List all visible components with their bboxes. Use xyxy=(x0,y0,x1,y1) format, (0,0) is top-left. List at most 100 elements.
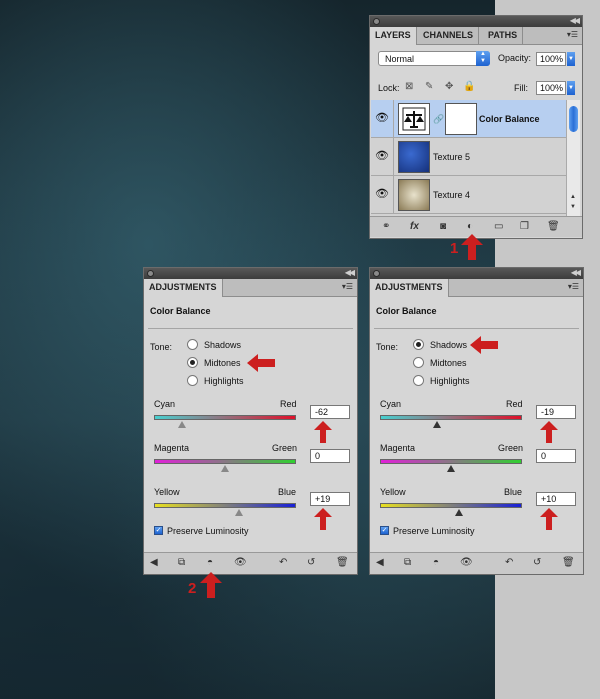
lock-position-icon[interactable]: ✥ xyxy=(445,81,453,92)
cyan-red-slider[interactable] xyxy=(154,415,296,420)
radio-midtones[interactable] xyxy=(187,357,198,368)
previous-state-icon[interactable]: ↶ xyxy=(279,557,287,568)
radio-label-midtones: Midtones xyxy=(204,358,241,368)
panel-menu-icon[interactable]: ▾☰ xyxy=(568,282,579,291)
red-arrow-up-icon xyxy=(314,421,332,443)
panel-titlebar: ◀◀ xyxy=(144,268,357,279)
collapse-icon[interactable]: ◀◀ xyxy=(571,268,581,277)
trash-icon[interactable]: 🗑 xyxy=(547,221,560,232)
slider-label-magenta: Magenta xyxy=(380,443,416,453)
yellow-blue-slider-knob[interactable] xyxy=(235,509,243,516)
slider-label-yellow: Yellow xyxy=(380,487,406,497)
fill-dropdown-icon[interactable]: ▼ xyxy=(567,81,575,95)
cyan-red-slider[interactable] xyxy=(380,415,522,420)
red-arrow-up-icon xyxy=(540,421,558,443)
adjustments-tab-row: ADJUSTMENTS ▾☰ xyxy=(370,279,583,297)
layer-row-texture-5[interactable]: 👁 Texture 5 xyxy=(371,138,566,176)
tab-adjustments[interactable]: ADJUSTMENTS xyxy=(370,279,449,297)
scroll-up-icon[interactable]: ▲ xyxy=(570,194,576,200)
magenta-green-slider-knob[interactable] xyxy=(447,465,455,472)
tab-adjustments[interactable]: ADJUSTMENTS xyxy=(144,279,223,297)
magenta-green-slider[interactable] xyxy=(154,459,296,464)
radio-midtones[interactable] xyxy=(413,357,424,368)
cyan-red-slider-knob[interactable] xyxy=(178,421,186,428)
expand-view-icon[interactable]: ⧉ xyxy=(178,557,185,568)
link-chain-icon[interactable]: 🔗 xyxy=(433,114,444,125)
preserve-luminosity-checkbox[interactable]: ✓ xyxy=(154,526,163,535)
layers-scrollbar[interactable]: ▲ ▼ xyxy=(566,100,580,216)
link-icon[interactable]: ⚭ xyxy=(382,221,390,232)
layer-list: 👁 🔗 Color Balance 👁 Texture 5 👁 Texture … xyxy=(371,100,566,216)
fx-icon[interactable]: fx xyxy=(410,221,419,232)
preserve-luminosity-label: Preserve Luminosity xyxy=(167,526,249,536)
close-icon[interactable] xyxy=(373,270,380,277)
opacity-dropdown-icon[interactable]: ▼ xyxy=(567,52,575,66)
red-arrow-up-icon xyxy=(540,508,558,530)
layer-row-texture-4[interactable]: 👁 Texture 4 xyxy=(371,176,566,214)
collapse-icon[interactable]: ◀◀ xyxy=(570,16,580,25)
trash-icon[interactable]: 🗑 xyxy=(336,557,349,568)
layers-tab-row: LAYERS CHANNELS PATHS ▾☰ xyxy=(370,27,582,45)
blend-mode-select[interactable]: Normal ▲ ▼ xyxy=(378,51,490,66)
reset-icon[interactable]: ↺ xyxy=(533,557,541,568)
eye-icon[interactable]: 👁 xyxy=(234,557,247,568)
tab-layers[interactable]: LAYERS xyxy=(370,27,417,45)
slider-label-blue: Blue xyxy=(278,487,297,497)
panel-menu-icon[interactable]: ▾☰ xyxy=(567,30,578,39)
eye-icon[interactable]: 👁 xyxy=(375,188,389,200)
back-arrow-icon[interactable]: ◀ xyxy=(376,557,384,568)
magenta-green-slider[interactable] xyxy=(380,459,522,464)
new-layer-icon[interactable]: ❐ xyxy=(520,221,529,232)
opacity-input[interactable]: 100% xyxy=(536,52,566,66)
cyan-red-value[interactable]: -62 xyxy=(310,405,350,419)
radio-label-midtones: Midtones xyxy=(430,358,467,368)
radio-highlights[interactable] xyxy=(413,375,424,386)
panel-menu-icon[interactable]: ▾☰ xyxy=(342,282,353,291)
layer-mask-thumbnail[interactable] xyxy=(445,103,477,135)
lock-all-icon[interactable]: 🔒 xyxy=(463,81,475,92)
cyan-red-slider-knob[interactable] xyxy=(433,421,441,428)
trash-icon[interactable]: 🗑 xyxy=(562,557,575,568)
tab-channels[interactable]: CHANNELS xyxy=(418,27,480,44)
adjustment-layer-icon[interactable]: ◐ xyxy=(467,221,473,232)
clip-to-layer-icon[interactable]: ◓ xyxy=(433,557,439,568)
back-arrow-icon[interactable]: ◀ xyxy=(150,557,158,568)
yellow-blue-slider[interactable] xyxy=(154,503,296,508)
scroll-thumb[interactable] xyxy=(569,106,578,132)
preserve-luminosity-checkbox[interactable]: ✓ xyxy=(380,526,389,535)
radio-highlights[interactable] xyxy=(187,375,198,386)
yellow-blue-value[interactable]: +10 xyxy=(536,492,576,506)
fill-input[interactable]: 100% xyxy=(536,81,566,95)
clip-to-layer-icon[interactable]: ◓ xyxy=(207,557,213,568)
lock-pixels-icon[interactable]: ✎ xyxy=(425,81,433,92)
magenta-green-slider-knob[interactable] xyxy=(221,465,229,472)
lock-transparency-icon[interactable]: ⊠ xyxy=(405,81,413,92)
radio-label-highlights: Highlights xyxy=(204,376,244,386)
reset-icon[interactable]: ↺ xyxy=(307,557,315,568)
eye-icon[interactable]: 👁 xyxy=(375,112,389,124)
eye-icon[interactable]: 👁 xyxy=(460,557,473,568)
previous-state-icon[interactable]: ↶ xyxy=(505,557,513,568)
magenta-green-value[interactable]: 0 xyxy=(310,449,350,463)
radio-shadows[interactable] xyxy=(187,339,198,350)
close-icon[interactable] xyxy=(147,270,154,277)
layer-row-color-balance[interactable]: 👁 🔗 Color Balance xyxy=(371,100,566,138)
red-arrow-left-icon xyxy=(470,336,498,354)
cyan-red-value[interactable]: -19 xyxy=(536,405,576,419)
mask-icon[interactable]: ◙ xyxy=(440,221,446,232)
eye-icon[interactable]: 👁 xyxy=(375,150,389,162)
yellow-blue-slider-knob[interactable] xyxy=(455,509,463,516)
collapse-icon[interactable]: ◀◀ xyxy=(345,268,355,277)
tab-paths[interactable]: PATHS xyxy=(483,27,524,44)
yellow-blue-slider[interactable] xyxy=(380,503,522,508)
magenta-green-value[interactable]: 0 xyxy=(536,449,576,463)
radio-shadows[interactable] xyxy=(413,339,424,350)
adjustments-panel-left: ◀◀ ADJUSTMENTS ▾☰ Color Balance Tone: Sh… xyxy=(143,267,358,575)
red-arrow-up-icon xyxy=(314,508,332,530)
yellow-blue-value[interactable]: +19 xyxy=(310,492,350,506)
close-icon[interactable] xyxy=(373,18,380,25)
scroll-down-icon[interactable]: ▼ xyxy=(570,204,576,210)
layer-name: Texture 5 xyxy=(433,152,471,162)
expand-view-icon[interactable]: ⧉ xyxy=(404,557,411,568)
group-icon[interactable]: ▭ xyxy=(494,221,503,232)
